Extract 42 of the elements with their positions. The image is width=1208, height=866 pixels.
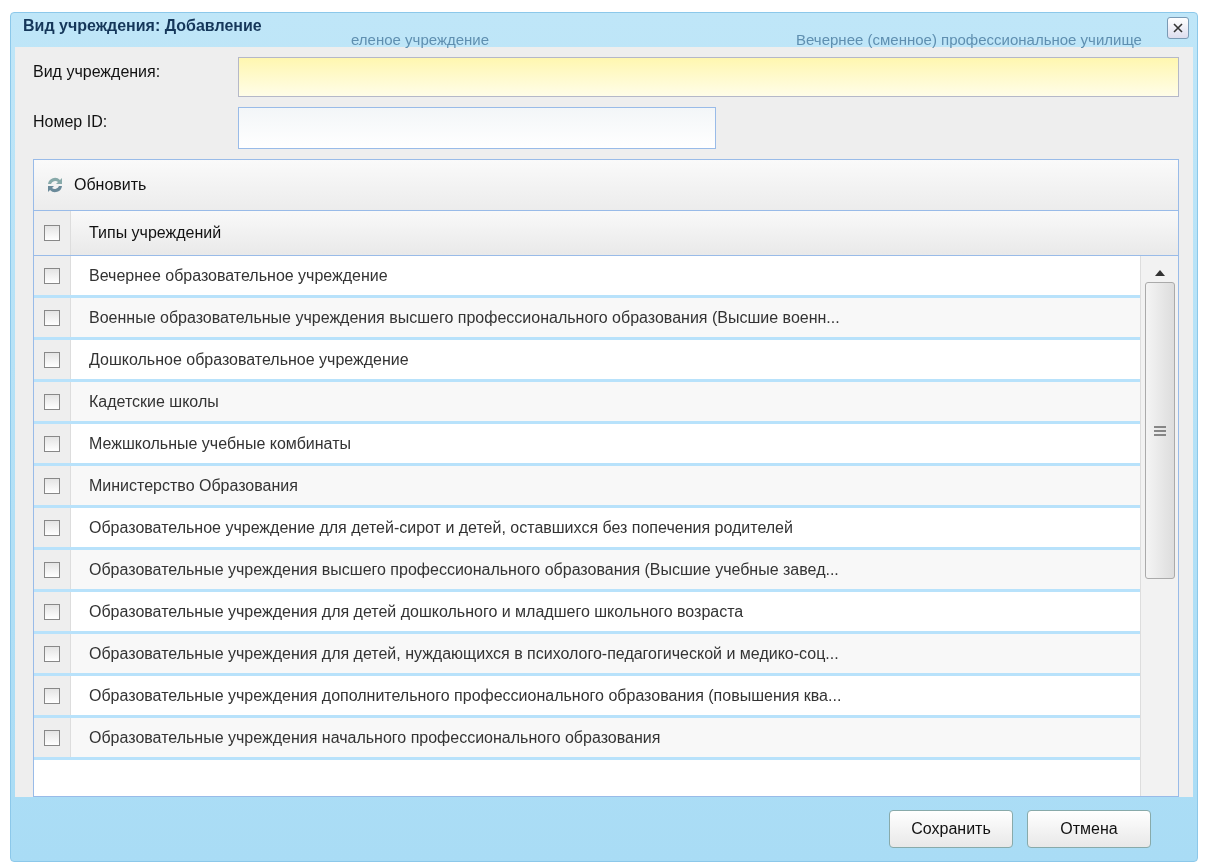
scroll-up-icon <box>1154 270 1165 276</box>
row-checkbox[interactable] <box>44 477 60 494</box>
table-cell-text: Образовательные учреждения начального профессионального образования <box>88 728 661 747</box>
table-cell-text: Вечернее образовательное учреждение <box>88 266 388 285</box>
scroll-thumb[interactable] <box>1144 282 1175 579</box>
row-checkbox[interactable] <box>44 729 60 746</box>
background-text: еленое учреждение <box>351 31 490 48</box>
row-checkbox[interactable] <box>44 603 60 620</box>
close-button[interactable] <box>1167 17 1189 39</box>
refresh-button[interactable]: Обновить <box>40 170 151 200</box>
table-cell-text: Образовательные учреждения дополнительного профессионального образования (повышения ква... <box>88 686 842 705</box>
window-title: Вид учреждения: Добавление <box>23 17 262 35</box>
field-label: Вид учреждения: <box>33 62 162 82</box>
table-cell-text: Кадетские школы <box>88 392 219 411</box>
table-cell-text: Военные образовательные учреждения высшего профессионального образования (Высшие военн... <box>88 308 840 327</box>
input-field[interactable] <box>238 107 716 149</box>
background-text: Вечернее (сменное) профессиональное училище <box>796 31 1142 48</box>
row-checkbox[interactable] <box>44 519 60 536</box>
input-field[interactable] <box>238 57 1179 97</box>
row-checkbox[interactable] <box>44 351 60 368</box>
select-all-checkbox[interactable] <box>44 225 60 241</box>
grip-icon <box>1153 425 1166 436</box>
table-cell-text: Министерство Образования <box>88 476 298 495</box>
table-cell-text: Дошкольное образовательное учреждение <box>88 350 409 369</box>
row-checkbox[interactable] <box>44 309 60 326</box>
row-checkbox[interactable] <box>44 435 60 452</box>
table-cell-text: Образовательные учреждения для детей, нуждающихся в психолого-педагогической и медико-соц... <box>88 644 839 663</box>
row-checkbox[interactable] <box>44 393 60 410</box>
row-checkbox[interactable] <box>44 645 60 662</box>
table-cell-text: Образовательные учреждения для детей дошкольного и младшего школьного возраста <box>88 602 744 621</box>
cancel-button[interactable]: Отмена <box>1027 810 1151 848</box>
row-checkbox[interactable] <box>44 687 60 704</box>
row-checkbox[interactable] <box>44 267 60 284</box>
save-button[interactable]: Сохранить <box>889 810 1013 848</box>
close-icon <box>1172 22 1184 34</box>
field-label: Номер ID: <box>33 112 109 132</box>
table-cell-text: Межшкольные учебные комбинаты <box>88 434 351 453</box>
scrollbar[interactable] <box>1140 256 1178 796</box>
table-cell-text: Образовательное учреждение для детей-сирот и детей, оставшихся без попечения родителей <box>88 518 793 537</box>
table-cell-text: Образовательные учреждения высшего профессионального образования (Высшие учебные завед... <box>88 560 839 579</box>
row-checkbox[interactable] <box>44 561 60 578</box>
column-header: Типы учреждений <box>88 224 223 242</box>
